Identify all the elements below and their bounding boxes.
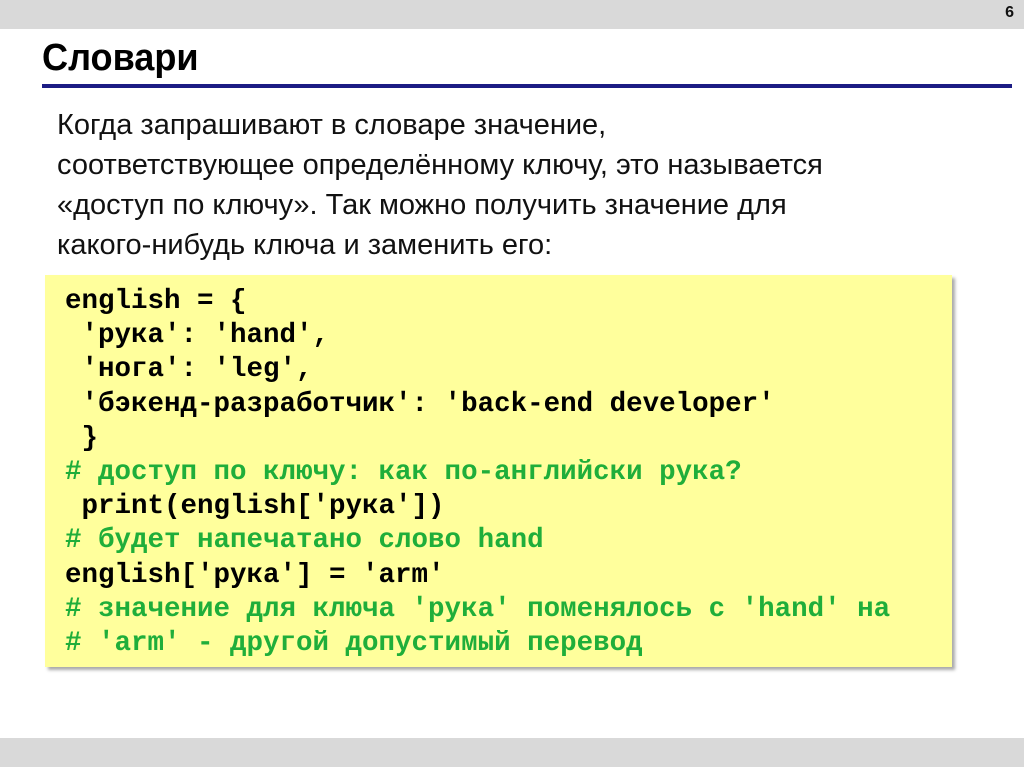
code-line: english = { <box>65 286 247 317</box>
code-line: } <box>65 422 99 454</box>
code-comment-line: # значение для ключа 'рука' поменялось с… <box>65 593 891 625</box>
code-line: english['рука'] = 'arm' <box>65 559 445 591</box>
body-line: Когда запрашивают в словаре значение, <box>57 109 607 141</box>
page-number: 6 <box>1005 4 1014 21</box>
body-line: «доступ по ключу». Так можно получить зн… <box>57 189 787 221</box>
code-line: 'рука': 'hand', <box>65 320 330 352</box>
slide-title: Словари <box>42 37 199 79</box>
code-line: 'бэкенд-разработчик': 'back-end develope… <box>65 388 775 420</box>
body-line: какого-нибудь ключа и заменить его: <box>57 229 553 261</box>
code-block: english = { 'рука': 'hand', 'нога': 'leg… <box>45 275 952 667</box>
bottom-bar <box>0 738 1024 767</box>
code-lines: english = { 'рука': 'hand', 'нога': 'leg… <box>65 285 890 661</box>
body-line: соответствующее определённому ключу, это… <box>57 149 823 181</box>
body-text: Когда запрашивают в словаре значение, со… <box>57 105 987 265</box>
code-line: 'нога': 'leg', <box>65 354 313 386</box>
top-bar: 6 <box>0 0 1024 29</box>
code-comment-line: # доступ по ключу: как по-английски рука… <box>65 457 742 489</box>
code-line: print(english['рука']) <box>65 491 445 523</box>
code-comment-line: # 'arm' - другой допустимый перевод <box>65 628 643 660</box>
code-comment-line: # будет напечатано слово hand <box>65 525 544 557</box>
title-underline <box>42 84 1012 88</box>
